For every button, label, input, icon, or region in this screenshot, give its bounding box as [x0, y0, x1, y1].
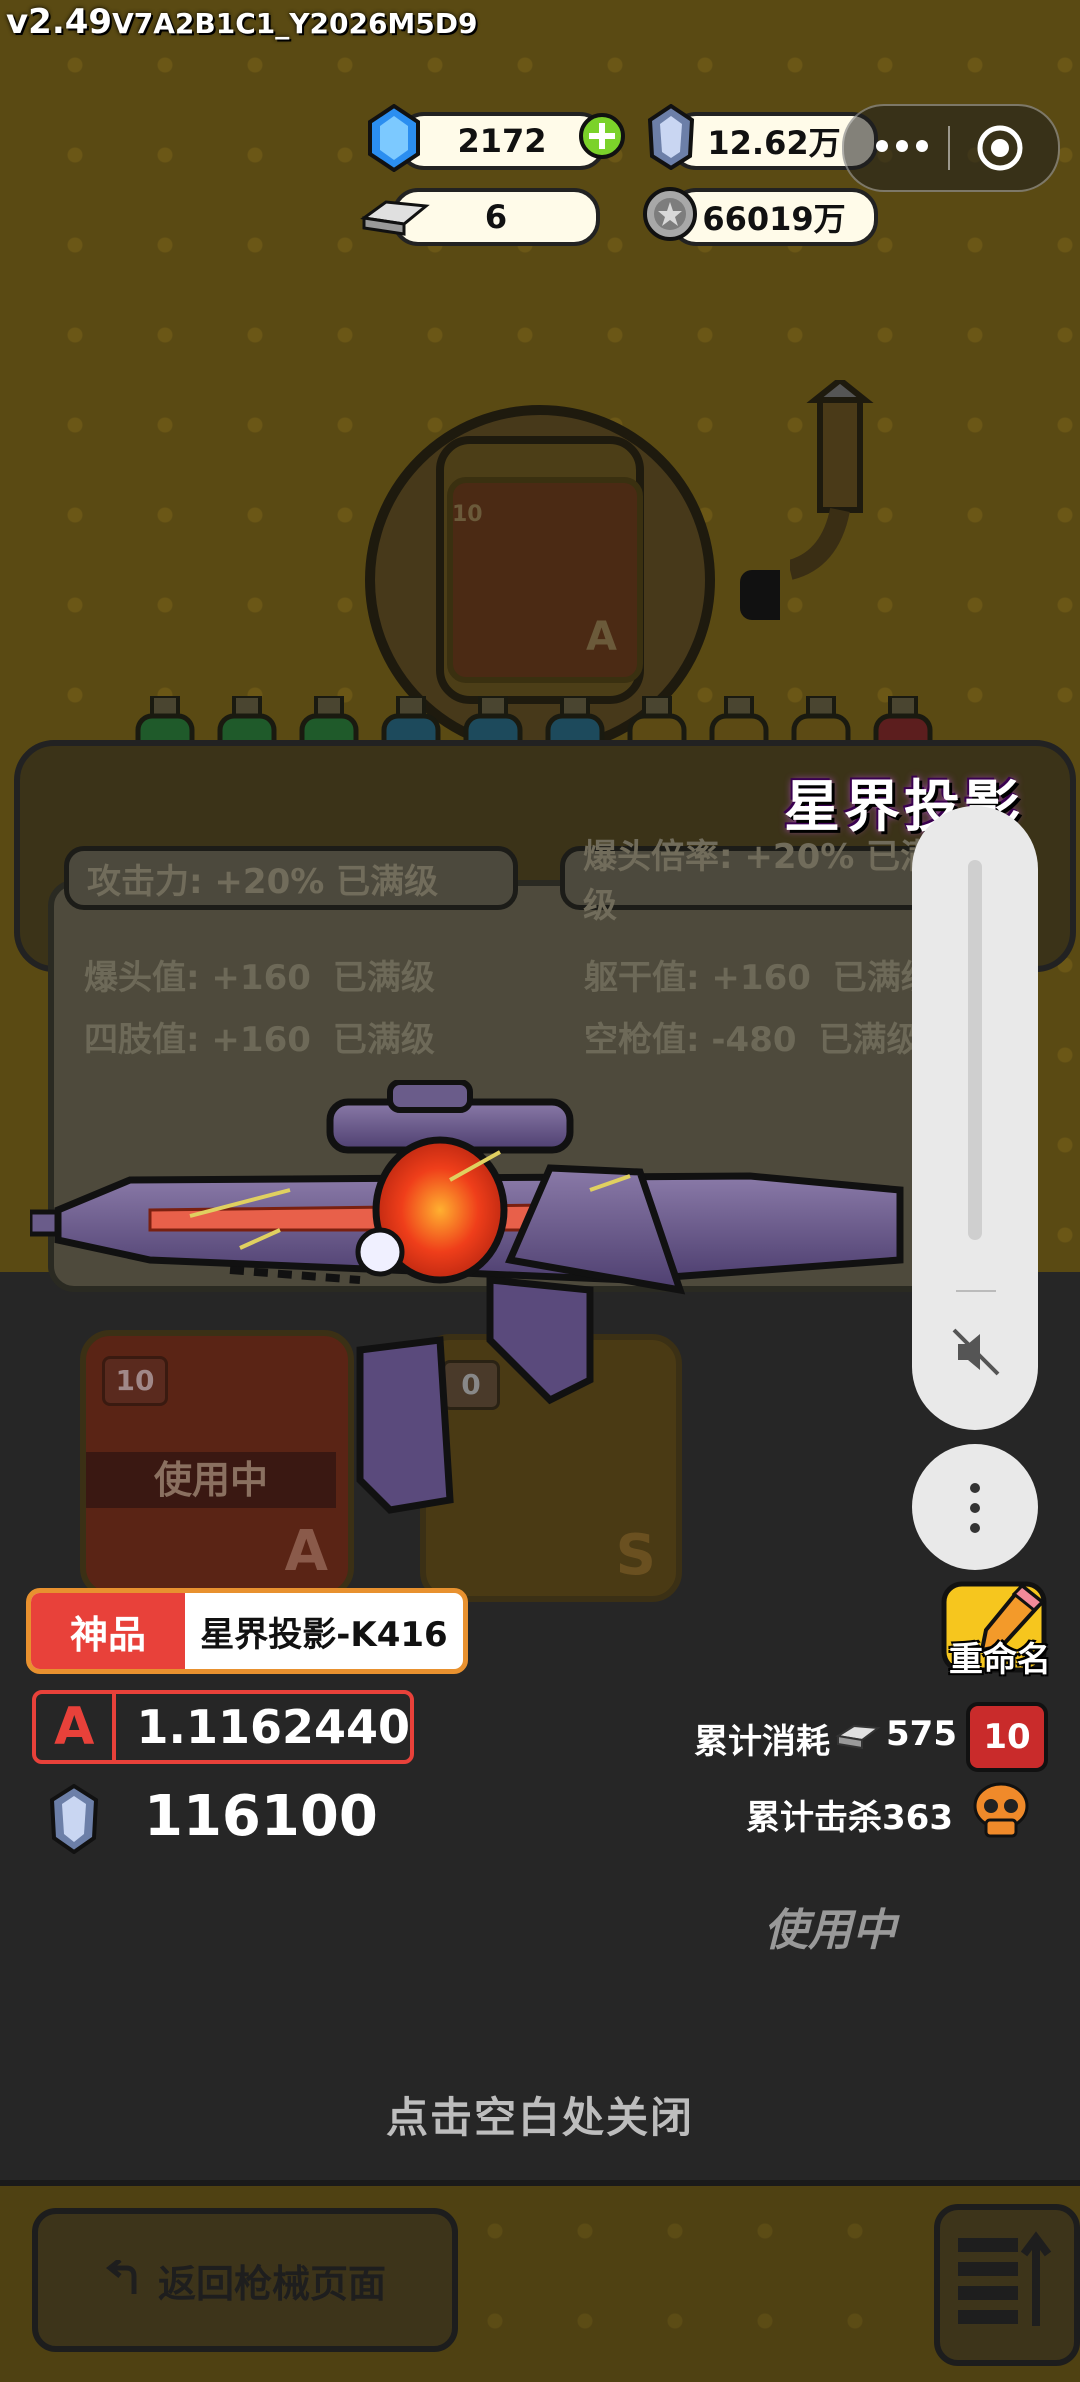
silver-ingot-icon — [835, 1724, 881, 1750]
attack-stat: 攻击力: +20% 已满级 — [64, 846, 518, 910]
level-badge: 10 — [966, 1702, 1048, 1772]
gem-counter: 2172 — [398, 112, 606, 170]
back-to-guns-button[interactable]: 返回枪械页面 — [32, 2208, 458, 2352]
return-arrow-icon — [105, 2260, 137, 2294]
silver-ingot-icon — [360, 200, 430, 236]
astral-projection-rifle — [30, 1080, 904, 1514]
version-label: v2.49V7A2B1C1_Y2026M5D9 — [6, 2, 478, 42]
headshot-rate-stat: 爆头倍率: +20% 已满级 — [560, 837, 940, 926]
torso-value-stat: 躯干值: +160 已满级 — [584, 958, 935, 998]
card-grade: A — [284, 1519, 328, 1584]
more-dots-icon[interactable] — [874, 134, 930, 158]
fuel-pipe — [790, 380, 874, 580]
coin-counter: 66019万 — [670, 188, 878, 246]
gun-name: 星界投影-K416 — [200, 1614, 448, 1655]
rarity-nameplate: 神品 星界投影-K416 — [26, 1588, 468, 1674]
crystal-icon — [647, 104, 695, 170]
close-hint[interactable]: 点击空白处关闭 — [0, 2084, 1080, 2145]
volume-slider[interactable] — [968, 860, 982, 1240]
grade-box: A 1.1162440 — [32, 1690, 414, 1764]
grade-letter: A — [36, 1694, 117, 1760]
mute-icon[interactable] — [950, 1326, 1002, 1378]
more-options-button[interactable] — [912, 1444, 1038, 1570]
card-grade: S — [615, 1523, 656, 1588]
volume-divider — [956, 1290, 996, 1292]
silver-coin-icon — [643, 187, 697, 241]
empty-value-stat: 空枪值: -480 已满级 — [584, 1020, 921, 1060]
vertical-dots-icon — [970, 1483, 980, 1533]
menu-capsule — [842, 104, 1060, 192]
consumed-value: 575 — [886, 1714, 957, 1754]
in-use-status: 使用中 — [764, 1905, 896, 1956]
rename-label[interactable]: 重命名 — [938, 1632, 1062, 1681]
kill-count: 累计击杀363 — [746, 1798, 953, 1838]
machine-card-level: 10 — [452, 502, 483, 527]
sort-list-button[interactable] — [934, 2204, 1080, 2366]
limb-value-stat: 四肢值: +160 已满级 — [84, 1020, 435, 1060]
add-gem-icon[interactable] — [578, 112, 626, 160]
list-sort-icon — [958, 2231, 1052, 2326]
close-target-icon[interactable] — [974, 122, 1026, 174]
gun-price: 116100 — [144, 1784, 378, 1849]
grade-value: 1.1162440 — [136, 1700, 410, 1754]
crystal-icon — [49, 1784, 99, 1854]
machine-card-grade: A — [586, 614, 617, 660]
gem-icon — [368, 104, 420, 172]
rarity-tag: 神品 — [31, 1593, 185, 1669]
back-button-label: 返回枪械页面 — [157, 2261, 386, 2306]
headshot-value-stat: 爆头值: +160 已满级 — [84, 958, 435, 998]
consumed-label: 累计消耗 — [694, 1722, 830, 1762]
capsule-divider — [948, 126, 950, 170]
skull-icon — [973, 1782, 1029, 1838]
